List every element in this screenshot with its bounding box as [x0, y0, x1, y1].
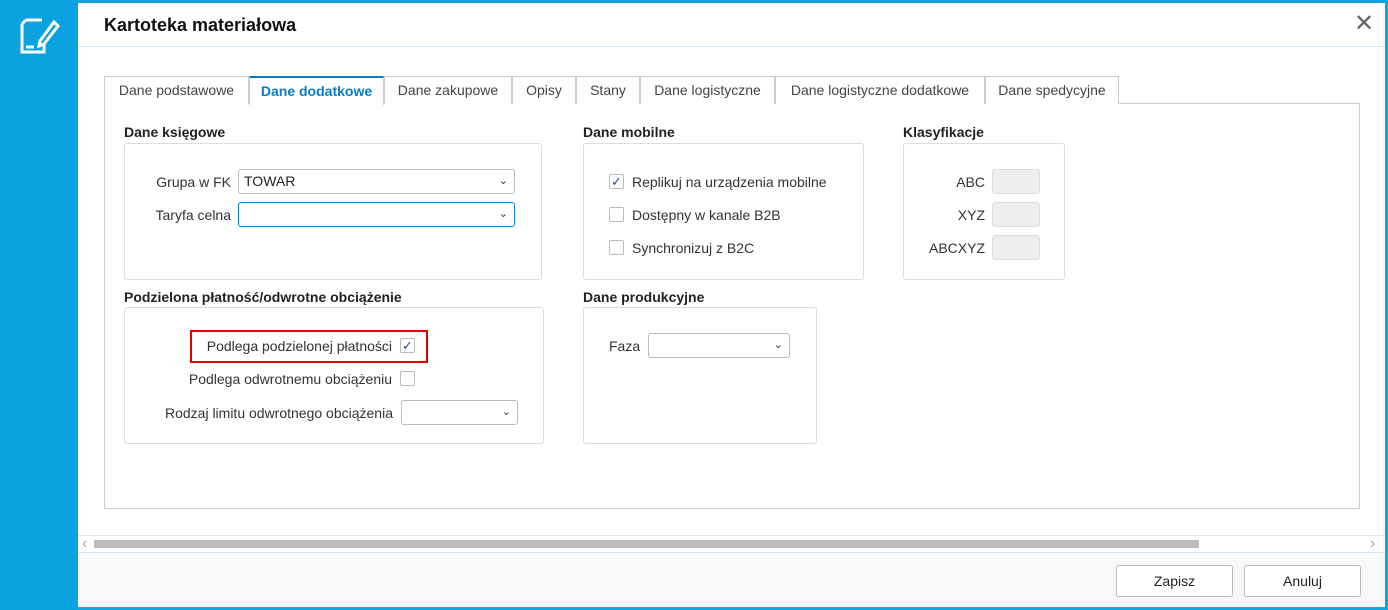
group-title-produkcyjne: Dane produkcyjne	[583, 289, 705, 305]
xyz-label: XYZ	[957, 207, 985, 223]
abc-input[interactable]	[992, 169, 1040, 194]
taryfa-celna-select[interactable]: ⌄	[238, 202, 515, 227]
replikuj-checkbox[interactable]: ✓	[609, 174, 624, 189]
tab-dane-podstawowe[interactable]: Dane podstawowe	[104, 76, 249, 104]
group-title-podzielona: Podzielona płatność/odwrotne obciążenie	[124, 289, 402, 305]
faza-label: Faza	[609, 338, 641, 354]
xyz-input[interactable]	[992, 202, 1040, 227]
save-button[interactable]: Zapisz	[1116, 565, 1233, 597]
abc-label: ABC	[956, 174, 985, 190]
sidebar	[0, 0, 78, 610]
faza-select[interactable]: ⌄	[648, 333, 790, 358]
tab-dane-zakupowe[interactable]: Dane zakupowe	[384, 76, 512, 104]
b2c-checkbox[interactable]	[609, 240, 624, 255]
tab-dane-logistyczne-dodatkowe[interactable]: Dane logistyczne dodatkowe	[775, 76, 985, 104]
tab-dane-dodatkowe[interactable]: Dane dodatkowe	[249, 76, 384, 105]
abcxyz-label: ABCXYZ	[928, 240, 985, 256]
scrollbar-thumb[interactable]	[94, 540, 1199, 548]
chevron-down-icon: ⌄	[501, 406, 511, 418]
window-title: Kartoteka materiałowa	[104, 15, 297, 35]
tab-dane-spedycyjne[interactable]: Dane spedycyjne	[985, 76, 1119, 104]
chevron-down-icon: ⌄	[773, 339, 783, 351]
scroll-right-icon[interactable]: ›	[1370, 535, 1375, 553]
limit-select[interactable]: ⌄	[401, 400, 518, 425]
reverse-charge-label: Podlega odwrotnemu obciążeniu	[188, 371, 392, 387]
document-edit-icon	[20, 18, 60, 54]
b2b-checkbox[interactable]	[609, 207, 624, 222]
taryfa-celna-label: Taryfa celna	[155, 207, 231, 223]
chevron-down-icon: ⌄	[498, 175, 508, 187]
replikuj-label: Replikuj na urządzenia mobilne	[632, 174, 827, 190]
group-title-mobilne: Dane mobilne	[583, 124, 675, 140]
b2b-label: Dostępny w kanale B2B	[632, 207, 781, 223]
group-title-ksiegowe: Dane księgowe	[124, 124, 226, 140]
split-payment-label: Podlega podzielonej płatności	[206, 338, 392, 354]
grupa-fk-select[interactable]: TOWAR ⌄	[238, 169, 515, 194]
split-payment-checkbox[interactable]: ✓	[400, 338, 415, 353]
group-produkcyjne	[583, 307, 817, 444]
tab-opisy[interactable]: Opisy	[512, 76, 576, 104]
scroll-left-icon[interactable]: ‹	[82, 535, 87, 553]
tab-dane-logistyczne[interactable]: Dane logistyczne	[640, 76, 775, 104]
tab-stany[interactable]: Stany	[576, 76, 640, 104]
group-title-klasyfikacje: Klasyfikacje	[903, 124, 984, 140]
grupa-fk-value: TOWAR	[244, 173, 296, 189]
b2c-label: Synchronizuj z B2C	[632, 240, 755, 256]
reverse-charge-checkbox[interactable]	[400, 371, 415, 386]
grupa-fk-label: Grupa w FK	[156, 174, 231, 190]
abcxyz-input[interactable]	[992, 235, 1040, 260]
cancel-button[interactable]: Anuluj	[1244, 565, 1361, 597]
limit-label: Rodzaj limitu odwrotnego obciążenia	[164, 405, 393, 421]
chevron-down-icon: ⌄	[498, 208, 508, 220]
close-icon[interactable]: ✕	[1354, 12, 1374, 36]
